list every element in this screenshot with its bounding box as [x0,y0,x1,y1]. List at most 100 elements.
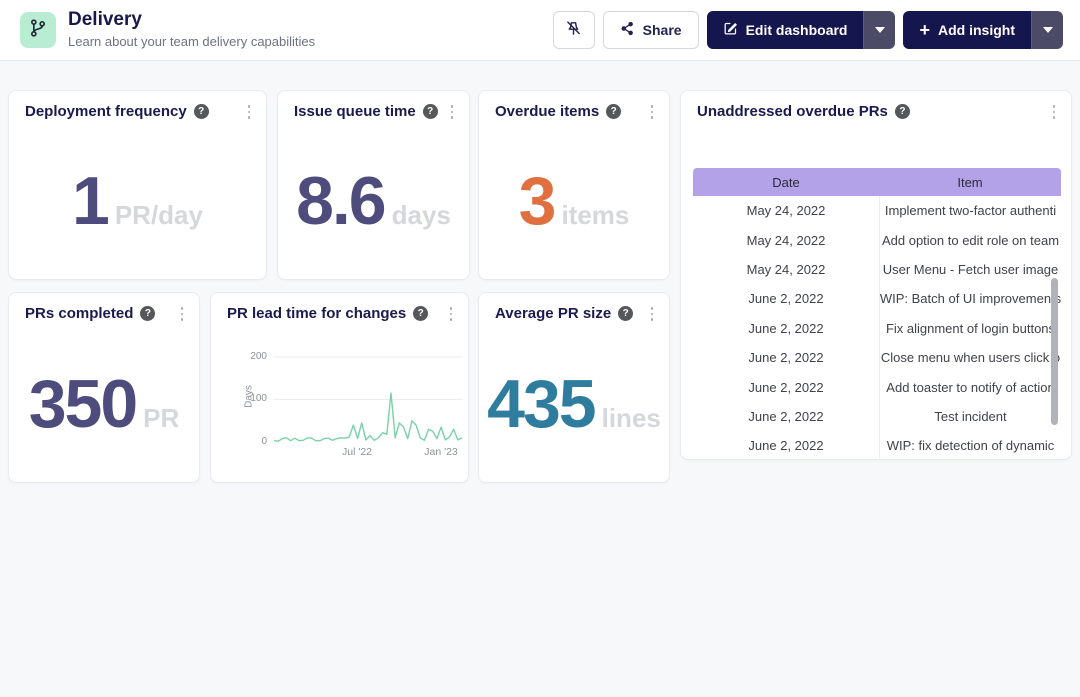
cell-date: June 2, 2022 [693,321,879,336]
kebab-menu-icon[interactable] [645,104,659,120]
cell-date: June 2, 2022 [693,438,879,453]
edit-dashboard-button[interactable]: Edit dashboard [707,11,864,49]
kebab-menu-icon[interactable] [175,306,189,322]
table-row: June 2, 2022Add toaster to notify of act… [693,372,1061,401]
card-title: Issue queue time [294,103,416,120]
y-tick-0: 0 [237,436,267,447]
card-issue-queue-time: Issue queue time ? 8.6 days [277,90,470,280]
cell-item: Add option to edit role on team [879,225,1061,254]
kebab-menu-icon[interactable] [444,306,458,322]
card-header: Average PR size ? [495,305,639,322]
plus-icon: + [919,21,930,39]
git-branch-icon [28,18,48,43]
card-pr-lead-time: PR lead time for changes ? Days 200 100 … [210,292,469,483]
table-scrollbar-thumb[interactable] [1051,278,1058,425]
x-tick-jan23: Jan '23 [416,446,466,458]
metric-area: 350 PR [9,339,199,468]
cell-date: June 2, 2022 [693,380,879,395]
header-toolbar: Share Edit dashboard + [553,11,1063,49]
metric-value: 435 [487,370,594,438]
metric-unit: PR/day [115,200,203,231]
share-icon [620,21,635,39]
lead-time-series-line [274,393,462,441]
cell-item: Add toaster to notify of action [879,372,1061,401]
table-row: June 2, 2022WIP: fix detection of dynami… [693,431,1061,459]
edit-pencil-icon [723,21,738,39]
overdue-prs-table: Date Item May 24, 2022Implement two-fact… [693,168,1061,459]
help-icon[interactable]: ? [895,104,910,119]
kebab-menu-icon[interactable] [242,104,256,120]
dashboard-header: Delivery Learn about your team delivery … [0,0,1080,61]
card-unaddressed-overdue-prs: Unaddressed overdue PRs ? Date Item May … [680,90,1072,460]
overdue-prs-table-body: May 24, 2022Implement two-factor authent… [693,196,1061,459]
card-title: Unaddressed overdue PRs [697,103,888,120]
chevron-down-icon [875,27,885,33]
share-button[interactable]: Share [603,11,699,49]
cell-date: June 2, 2022 [693,350,879,365]
add-insight-label: Add insight [938,22,1015,38]
cell-item: Close menu when users click o [879,343,1061,372]
metric-unit: PR [143,403,179,434]
metric-value: 350 [29,370,136,438]
table-row: May 24, 2022User Menu - Fetch user image [693,255,1061,284]
kebab-menu-icon[interactable] [645,306,659,322]
metric-unit: days [392,200,451,231]
metric-value: 8.6 [296,167,385,235]
metric-area: 435 lines [479,339,669,468]
card-header: Deployment frequency ? [25,103,236,120]
table-row: June 2, 2022Close menu when users click … [693,343,1061,372]
y-tick-100: 100 [237,393,267,404]
y-tick-200: 200 [237,351,267,362]
card-title: Deployment frequency [25,103,187,120]
card-deployment-frequency: Deployment frequency ? 1 PR/day [8,90,267,280]
metric-value: 3 [519,167,555,235]
kebab-menu-icon[interactable] [1047,104,1061,120]
lead-time-line-svg [273,353,463,445]
table-row: May 24, 2022Add option to edit role on t… [693,225,1061,254]
cell-item: Implement two-factor authenti [879,196,1061,225]
chevron-down-icon [1043,27,1053,33]
metric-area: 1 PR/day [9,137,266,265]
add-insight-split-button: + Add insight [903,11,1063,49]
help-icon[interactable]: ? [140,306,155,321]
column-header-date: Date [693,175,879,190]
cell-date: June 2, 2022 [693,409,879,424]
card-prs-completed: PRs completed ? 350 PR [8,292,200,483]
column-header-item: Item [879,175,1061,190]
add-insight-button[interactable]: + Add insight [903,11,1031,49]
add-insight-dropdown-button[interactable] [1031,11,1063,49]
help-icon[interactable]: ? [413,306,428,321]
pin-slash-icon [565,20,582,40]
help-icon[interactable]: ? [606,104,621,119]
card-header: Issue queue time ? [294,103,439,120]
kebab-menu-icon[interactable] [445,104,459,120]
page-subtitle: Learn about your team delivery capabilit… [68,34,315,49]
table-row: June 2, 2022Fix alignment of login butto… [693,314,1061,343]
card-title: Overdue items [495,103,599,120]
cell-item: User Menu - Fetch user image [879,255,1061,284]
dashboard-app-icon [20,12,56,48]
help-icon[interactable]: ? [423,104,438,119]
table-row: June 2, 2022Test incident [693,402,1061,431]
cell-item: WIP: fix detection of dynamic [879,431,1061,459]
help-icon[interactable]: ? [618,306,633,321]
cell-date: May 24, 2022 [693,233,879,248]
card-header: PR lead time for changes ? [227,305,438,322]
card-title: PRs completed [25,305,133,322]
card-title: Average PR size [495,305,611,322]
metric-area: 3 items [479,137,669,265]
help-icon[interactable]: ? [194,104,209,119]
edit-dashboard-split-button: Edit dashboard [707,11,896,49]
page-title: Delivery [68,9,142,31]
card-overdue-items: Overdue items ? 3 items [478,90,670,280]
cell-date: May 24, 2022 [693,262,879,277]
cell-date: June 2, 2022 [693,291,879,306]
table-row: May 24, 2022Implement two-factor authent… [693,196,1061,225]
table-row: June 2, 2022WIP: Batch of UI improvement… [693,284,1061,313]
unpin-button[interactable] [553,11,595,49]
metric-unit: lines [602,403,661,434]
edit-dashboard-dropdown-button[interactable] [863,11,895,49]
edit-dashboard-label: Edit dashboard [746,22,848,38]
card-title: PR lead time for changes [227,305,406,322]
metric-area: 8.6 days [278,137,469,265]
